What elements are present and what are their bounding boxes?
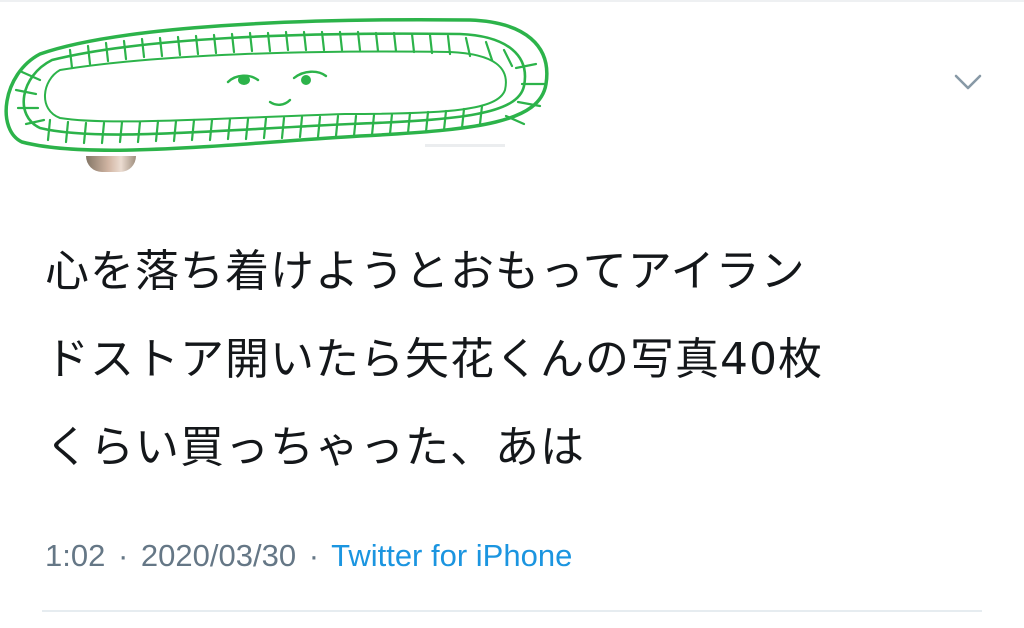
meta-separator: · — [117, 538, 129, 573]
tweet-date[interactable]: 2020/03/30 — [141, 538, 296, 573]
chevron-down-icon[interactable] — [950, 68, 986, 94]
censor-scribble — [4, 17, 549, 152]
tweet-text: 心を落ち着けようとおもってアイラン ドストア開いたら矢花くんの写真40枚 くらい… — [45, 228, 985, 492]
tweet-source-link[interactable]: Twitter for iPhone — [331, 538, 572, 573]
tweet-text-line: 心を落ち着けようとおもってアイラン — [45, 246, 806, 297]
tweet-metadata: 1:02 · 2020/03/30 · Twitter for iPhone — [45, 532, 572, 580]
tweet-detail: 心を落ち着けようとおもってアイラン ドストア開いたら矢花くんの写真40枚 くらい… — [0, 0, 1024, 628]
meta-separator: · — [308, 538, 320, 573]
author-header[interactable] — [0, 0, 1024, 180]
tweet-text-line: ドストア開いたら矢花くんの写真40枚 — [45, 334, 823, 385]
bottom-divider — [42, 610, 982, 612]
tweet-time[interactable]: 1:02 — [45, 538, 105, 573]
tweet-text-line: くらい買っちゃった、あは — [45, 422, 585, 473]
